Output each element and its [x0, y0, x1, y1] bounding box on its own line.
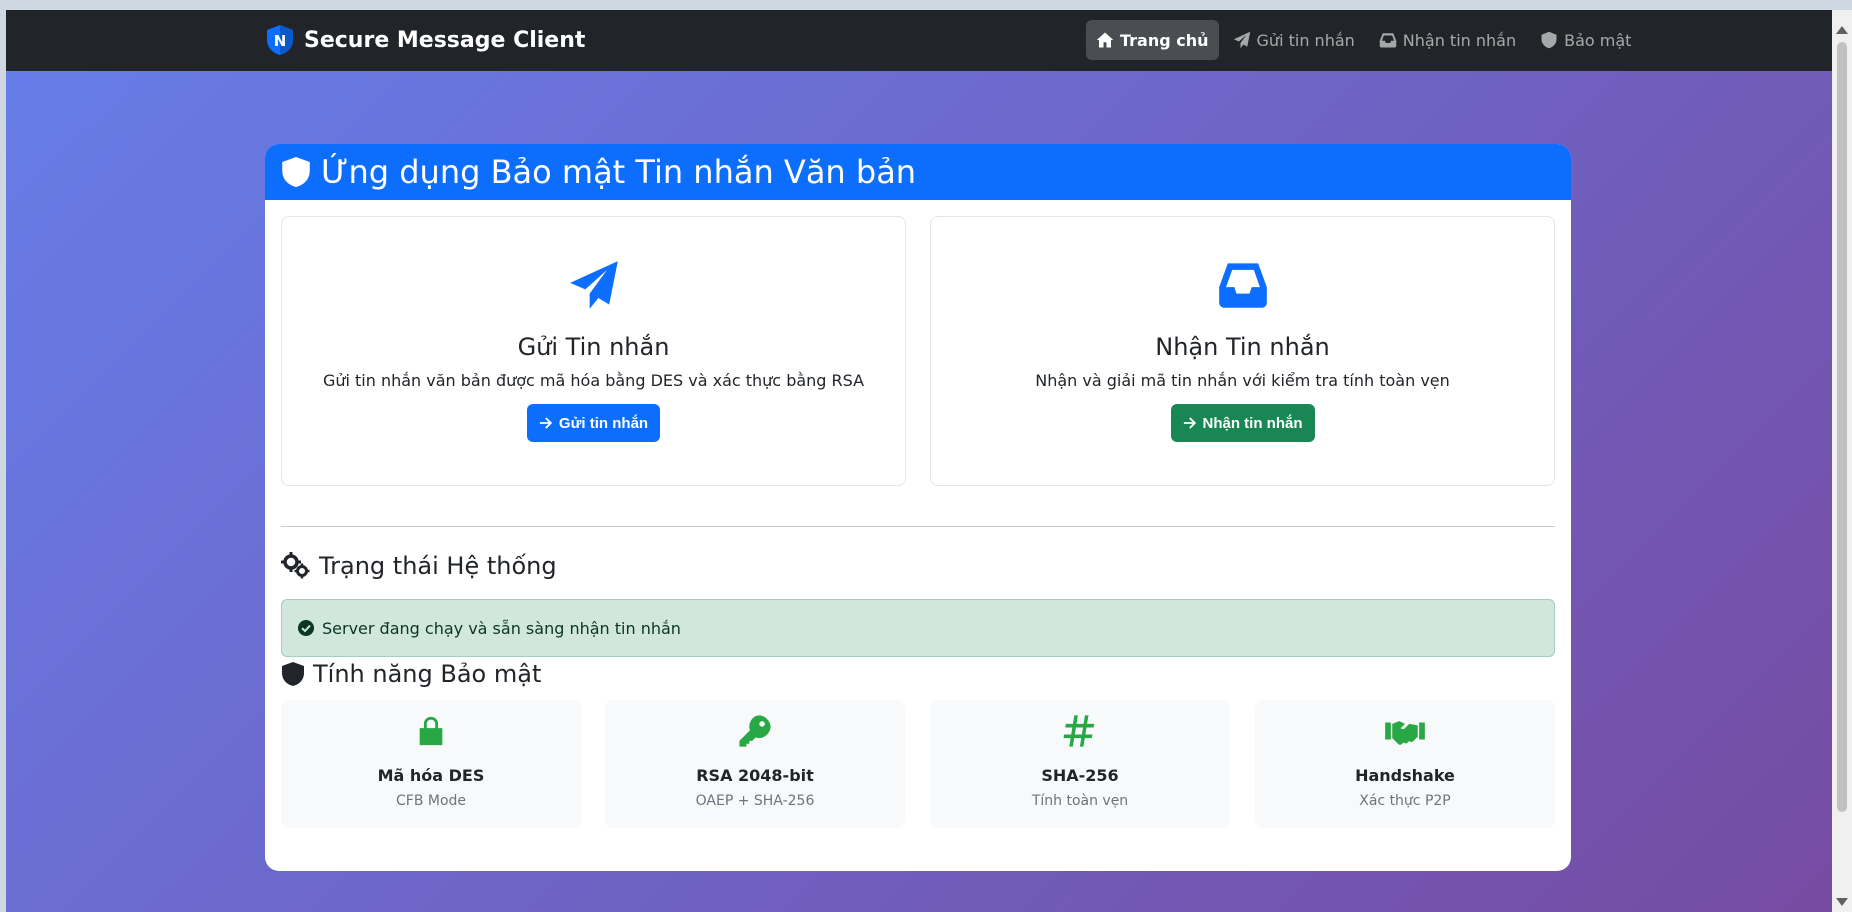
- status-section-title: Trạng thái Hệ thống: [281, 552, 557, 580]
- scroll-up-icon[interactable]: [1836, 26, 1848, 34]
- security-section-title: Tính năng Bảo mật: [281, 660, 541, 688]
- status-message: Server đang chạy và sẵn sàng nhận tin nh…: [322, 618, 681, 638]
- feature-name: RSA 2048-bit: [696, 766, 814, 785]
- brand-text: Secure Message Client: [304, 27, 586, 53]
- arrow-right-icon: [539, 417, 553, 429]
- feature-name: Mã hóa DES: [377, 766, 485, 785]
- shield-icon: [282, 157, 310, 187]
- security-feature-sha: SHA-256 Tính toàn vẹn: [930, 700, 1230, 828]
- nav-link-send[interactable]: Gửi tin nhắn: [1223, 20, 1365, 60]
- send-message-card: Gửi Tin nhắn Gửi tin nhắn văn bản được m…: [281, 216, 906, 486]
- key-icon: [739, 715, 771, 747]
- shield-icon: [1541, 31, 1557, 49]
- nav-link-security[interactable]: Bảo mật: [1530, 20, 1641, 60]
- send-card-description: Gửi tin nhắn văn bản được mã hóa bằng DE…: [322, 371, 865, 390]
- arrow-right-icon: [1183, 417, 1196, 429]
- security-feature-handshake: Handshake Xác thực P2P: [1255, 700, 1555, 828]
- page-title: Ứng dụng Bảo mật Tin nhắn Văn bản: [321, 153, 917, 191]
- receive-card-description: Nhận và giải mã tin nhắn với kiểm tra tí…: [1035, 371, 1450, 390]
- button-label: Gửi tin nhắn: [558, 414, 649, 432]
- feature-description: CFB Mode: [395, 793, 467, 809]
- paper-plane-icon: [569, 261, 618, 309]
- card-header: Ứng dụng Bảo mật Tin nhắn Văn bản: [265, 144, 1571, 200]
- main-card: Ứng dụng Bảo mật Tin nhắn Văn bản Gửi Ti…: [265, 144, 1571, 871]
- inbox-icon: [1379, 33, 1397, 48]
- nav-link-label: Bảo mật: [1564, 30, 1632, 50]
- handshake-icon: [1385, 721, 1425, 745]
- brand-logo-icon: N: [267, 25, 293, 55]
- section-divider: [281, 526, 1555, 527]
- nav-link-label: Gửi tin nhắn: [1256, 30, 1355, 50]
- send-card-title: Gửi Tin nhắn: [517, 333, 670, 361]
- nav-link-label: Trang chủ: [1120, 30, 1209, 50]
- gears-icon: [281, 552, 310, 579]
- security-feature-rsa: RSA 2048-bit OAEP + SHA-256: [605, 700, 905, 828]
- receive-card-title: Nhận Tin nhắn: [1155, 333, 1330, 361]
- navbar: N Secure Message Client Trang chủ Gửi ti…: [6, 10, 1832, 71]
- status-alert: Server đang chạy và sẵn sàng nhận tin nh…: [281, 599, 1555, 657]
- nav-link-label: Nhận tin nhắn: [1402, 30, 1517, 50]
- section-title-text: Trạng thái Hệ thống: [319, 552, 557, 580]
- feature-name: SHA-256: [1041, 766, 1119, 785]
- vertical-scrollbar[interactable]: [1832, 10, 1852, 912]
- browser-viewport: N Secure Message Client Trang chủ Gửi ti…: [6, 10, 1832, 912]
- nav-links: Trang chủ Gửi tin nhắn Nhận tin nhắn Bảo…: [1086, 20, 1641, 60]
- feature-description: OAEP + SHA-256: [695, 793, 815, 809]
- button-label: Nhận tin nhắn: [1202, 414, 1303, 432]
- lock-icon: [419, 716, 443, 746]
- send-message-button[interactable]: Gửi tin nhắn: [526, 404, 661, 442]
- feature-description: Xác thực P2P: [1359, 793, 1451, 809]
- receive-message-button[interactable]: Nhận tin nhắn: [1170, 404, 1315, 442]
- section-title-text: Tính năng Bảo mật: [313, 660, 542, 688]
- home-icon: [1096, 32, 1114, 48]
- shield-icon: [282, 662, 304, 686]
- nav-link-home[interactable]: Trang chủ: [1086, 20, 1219, 60]
- security-feature-des: Mã hóa DES CFB Mode: [281, 700, 581, 828]
- paper-plane-icon: [1233, 31, 1250, 49]
- svg-text:N: N: [274, 32, 287, 50]
- nav-link-receive[interactable]: Nhận tin nhắn: [1369, 20, 1526, 60]
- scrollbar-thumb[interactable]: [1837, 42, 1847, 812]
- feature-description: Tính toàn vẹn: [1031, 793, 1129, 809]
- check-circle-icon: [298, 620, 314, 636]
- receive-message-card: Nhận Tin nhắn Nhận và giải mã tin nhắn v…: [930, 216, 1555, 486]
- inbox-icon: [1218, 263, 1267, 308]
- feature-name: Handshake: [1355, 766, 1455, 785]
- scroll-down-icon[interactable]: [1836, 898, 1848, 906]
- navbar-brand[interactable]: N Secure Message Client: [266, 24, 585, 56]
- hashtag-icon: [1063, 715, 1095, 747]
